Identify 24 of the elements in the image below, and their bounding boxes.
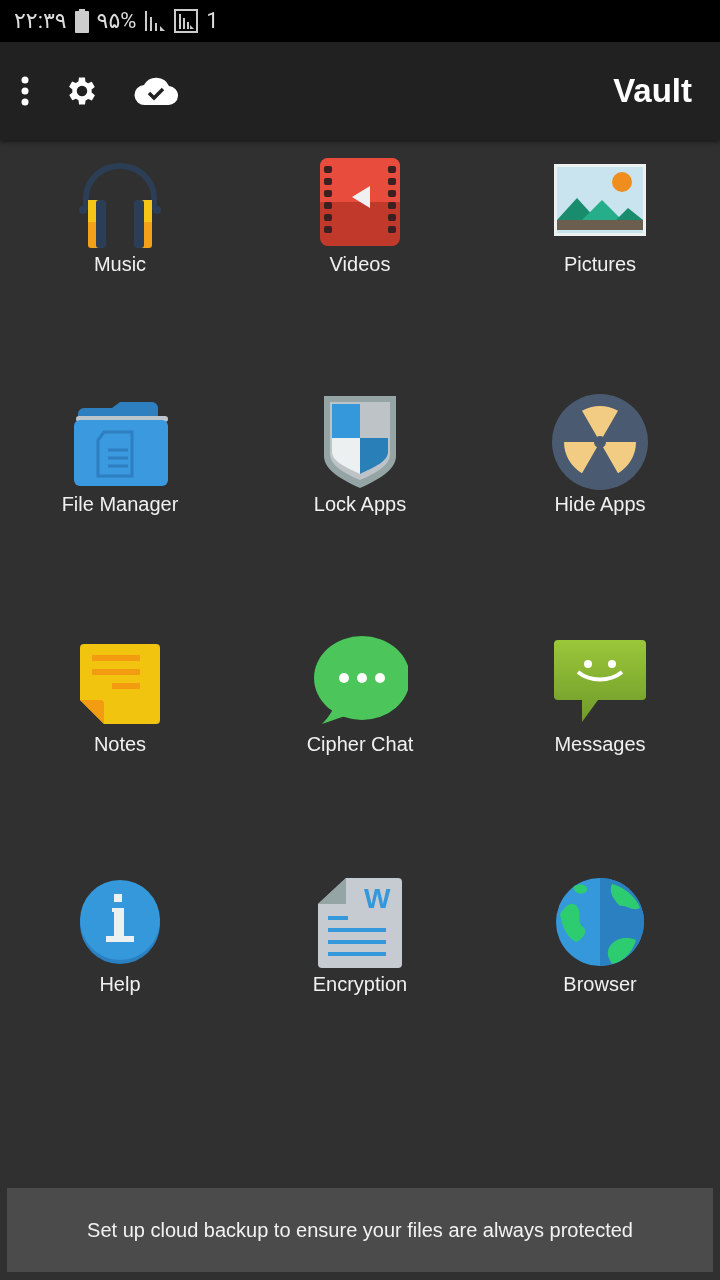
sim-indicator: 1	[206, 8, 219, 34]
app-tile[interactable]: File Manager	[0, 394, 240, 634]
app-title: Vault	[613, 72, 692, 110]
more-options-icon[interactable]	[20, 76, 30, 106]
signal-icon	[174, 9, 199, 33]
app-tile[interactable]: Music	[0, 154, 240, 394]
signal-icon	[144, 9, 167, 33]
radiation-icon	[552, 394, 648, 490]
letter-text: W	[364, 884, 391, 914]
battery-icon	[74, 9, 89, 33]
app-tile[interactable]: Hide Apps	[480, 394, 720, 634]
app-tile[interactable]: Messages	[480, 634, 720, 874]
cloud-check-icon[interactable]	[134, 76, 178, 106]
battery-percent: ۹۵%	[96, 8, 137, 34]
app-tile[interactable]: Lock Apps	[240, 394, 480, 634]
toast-message: Set up cloud backup to ensure your files are always protected	[7, 1188, 713, 1272]
app-tile[interactable]: Help	[0, 874, 240, 1114]
app-tile[interactable]: W Encryption	[240, 874, 480, 1114]
app-tile[interactable]: Notes	[0, 634, 240, 874]
app-tile[interactable]: Browser	[480, 874, 720, 1114]
app-tile[interactable]: Cipher Chat	[240, 634, 480, 874]
clock-time: ۲۲:۳۹	[14, 8, 67, 34]
app-tile[interactable]: Pictures	[480, 154, 720, 394]
app-tile[interactable]: Videos	[240, 154, 480, 394]
